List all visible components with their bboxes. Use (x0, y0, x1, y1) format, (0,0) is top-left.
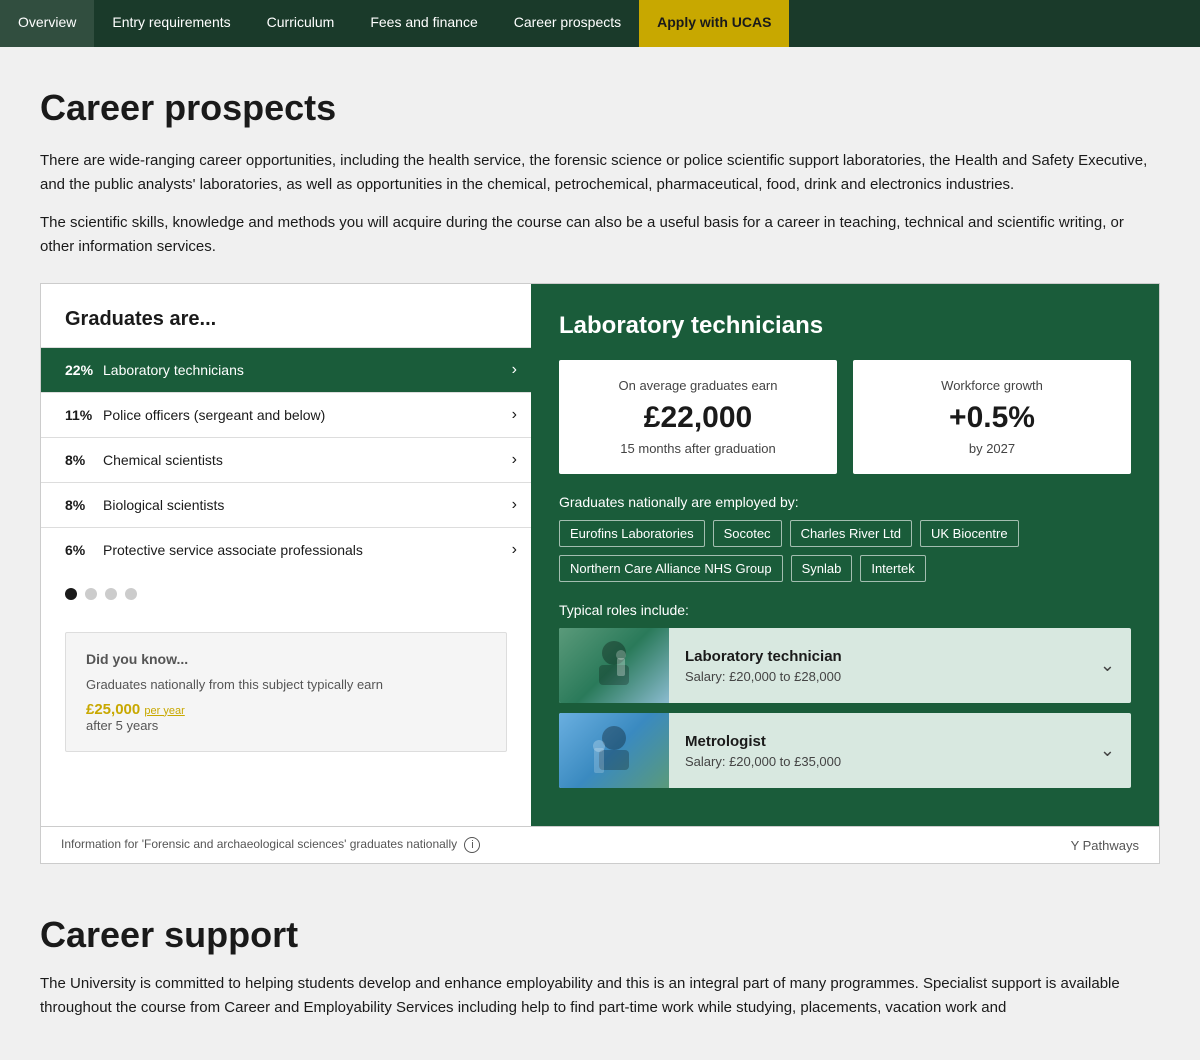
dyk-title: Did you know... (86, 651, 486, 667)
employer-6: Intertek (860, 555, 925, 582)
pathways-logo: Y Pathways (1071, 838, 1139, 853)
nav-career-prospects[interactable]: Career prospects (496, 0, 639, 47)
dyk-amount-line: £25,000 per year (86, 701, 486, 718)
lab-image-1 (559, 713, 669, 788)
lab-svg-1 (579, 718, 649, 783)
stat1-label: On average graduates earn (575, 378, 821, 393)
main-content: Career prospects There are wide-ranging … (20, 47, 1180, 1060)
employer-5: Synlab (791, 555, 853, 582)
role-name-1: Metrologist (685, 733, 1068, 750)
grad-pct-3: 8% (65, 497, 103, 513)
navigation: Overview Entry requirements Curriculum F… (0, 0, 1200, 47)
employer-0: Eurofins Laboratories (559, 520, 705, 547)
lab-image-0 (559, 628, 669, 703)
dyk-per-year: per year (144, 705, 184, 717)
stat1-sub: 15 months after graduation (575, 441, 821, 456)
dot-1[interactable] (65, 588, 77, 600)
role-salary-1: Salary: £20,000 to £35,000 (685, 754, 1068, 769)
stat-cards: On average graduates earn £22,000 15 mon… (559, 360, 1131, 474)
grad-item-3[interactable]: 8% Biological scientists › (41, 482, 531, 527)
grad-label-2: Chemical scientists (103, 452, 504, 468)
info-icon[interactable]: i (464, 837, 480, 853)
nav-entry-requirements[interactable]: Entry requirements (94, 0, 248, 47)
dot-2[interactable] (85, 588, 97, 600)
employer-3: UK Biocentre (920, 520, 1019, 547)
dyk-text: Graduates nationally from this subject t… (86, 675, 486, 695)
employers-list: Eurofins Laboratories Socotec Charles Ri… (559, 520, 1131, 582)
role-item-0[interactable]: Laboratory technician Salary: £20,000 to… (559, 628, 1131, 703)
role-img-0 (559, 628, 669, 703)
role-chevron-1: ⌄ (1084, 740, 1131, 761)
grad-chevron-0: › (512, 361, 517, 379)
career-widget: Graduates are... 22% Laboratory technici… (40, 283, 1160, 864)
employer-4: Northern Care Alliance NHS Group (559, 555, 783, 582)
career-support-text: The University is committed to helping s… (40, 972, 1160, 1020)
stat2-label: Workforce growth (869, 378, 1115, 393)
detail-title: Laboratory technicians (559, 312, 1131, 340)
grad-chevron-3: › (512, 496, 517, 514)
nav-apply-ucas[interactable]: Apply with UCAS (639, 0, 789, 47)
dyk-after: after 5 years (86, 718, 486, 733)
typical-roles-label: Typical roles include: (559, 602, 1131, 618)
graduates-title: Graduates are... (41, 308, 531, 347)
grad-pct-1: 11% (65, 407, 103, 423)
role-info-1: Metrologist Salary: £20,000 to £35,000 (669, 721, 1084, 781)
dot-4[interactable] (125, 588, 137, 600)
detail-panel: Laboratory technicians On average gradua… (531, 284, 1159, 826)
widget-body: Graduates are... 22% Laboratory technici… (41, 284, 1159, 826)
stat-card-workforce: Workforce growth +0.5% by 2027 (853, 360, 1131, 474)
grad-item-1[interactable]: 11% Police officers (sergeant and below)… (41, 392, 531, 437)
did-you-know-box: Did you know... Graduates nationally fro… (65, 632, 507, 752)
widget-footer: Information for 'Forensic and archaeolog… (41, 826, 1159, 863)
grad-label-4: Protective service associate professiona… (103, 542, 504, 558)
stat1-value: £22,000 (575, 401, 821, 435)
role-salary-0: Salary: £20,000 to £28,000 (685, 669, 1068, 684)
grad-chevron-4: › (512, 541, 517, 559)
grad-chevron-1: › (512, 406, 517, 424)
stat2-value: +0.5% (869, 401, 1115, 435)
dot-3[interactable] (105, 588, 117, 600)
lab-svg-0 (579, 633, 649, 698)
grad-item-4[interactable]: 6% Protective service associate professi… (41, 527, 531, 572)
career-support-section: Career support The University is committ… (40, 914, 1160, 1020)
grad-item-2[interactable]: 8% Chemical scientists › (41, 437, 531, 482)
dyk-amount: £25,000 (86, 701, 140, 718)
nav-curriculum[interactable]: Curriculum (249, 0, 353, 47)
page-title: Career prospects (40, 87, 1160, 129)
grad-pct-4: 6% (65, 542, 103, 558)
employed-label: Graduates nationally are employed by: (559, 494, 1131, 510)
footer-info-text: Information for 'Forensic and archaeolog… (61, 837, 480, 853)
grad-pct-2: 8% (65, 452, 103, 468)
intro-paragraph-2: The scientific skills, knowledge and met… (40, 211, 1160, 259)
role-name-0: Laboratory technician (685, 648, 1068, 665)
grad-pct-0: 22% (65, 362, 103, 378)
role-chevron-0: ⌄ (1084, 655, 1131, 676)
career-support-title: Career support (40, 914, 1160, 956)
grad-label-3: Biological scientists (103, 497, 504, 513)
intro-paragraph-1: There are wide-ranging career opportunit… (40, 149, 1160, 197)
nav-overview[interactable]: Overview (0, 0, 94, 47)
role-item-1[interactable]: Metrologist Salary: £20,000 to £35,000 ⌄ (559, 713, 1131, 788)
employer-1: Socotec (713, 520, 782, 547)
role-info-0: Laboratory technician Salary: £20,000 to… (669, 636, 1084, 696)
stat2-sub: by 2027 (869, 441, 1115, 456)
grad-chevron-2: › (512, 451, 517, 469)
pagination-dots (41, 572, 531, 616)
grad-item-0[interactable]: 22% Laboratory technicians › (41, 347, 531, 392)
grad-label-1: Police officers (sergeant and below) (103, 407, 504, 423)
footer-info-label: Information for 'Forensic and archaeolog… (61, 837, 457, 851)
stat-card-earnings: On average graduates earn £22,000 15 mon… (559, 360, 837, 474)
employer-2: Charles River Ltd (790, 520, 912, 547)
nav-fees-finance[interactable]: Fees and finance (352, 0, 495, 47)
graduates-panel: Graduates are... 22% Laboratory technici… (41, 284, 531, 826)
grad-label-0: Laboratory technicians (103, 362, 504, 378)
role-img-1 (559, 713, 669, 788)
